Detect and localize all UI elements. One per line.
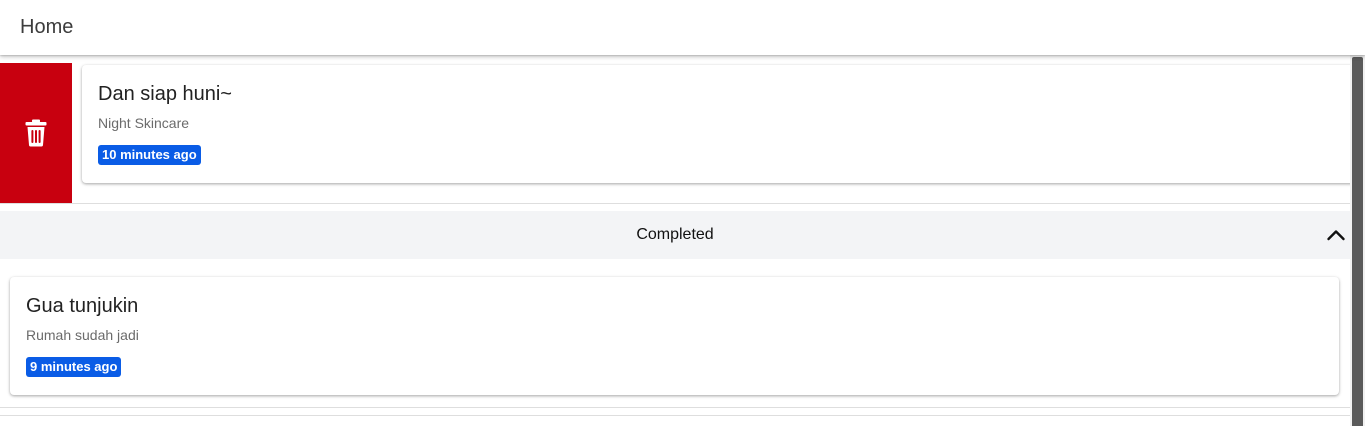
- scrollbar[interactable]: [1350, 55, 1365, 426]
- divider: [0, 407, 1350, 408]
- time-badge: 9 minutes ago: [26, 357, 122, 377]
- task-description: Rumah sudah jadi: [26, 327, 139, 343]
- completed-section-toggle[interactable]: Completed: [0, 211, 1350, 259]
- app-bar: Home: [0, 0, 1365, 55]
- task-title: Dan siap huni~: [98, 83, 232, 105]
- task-list: Dan siap huni~ Night Skincare 10 minutes…: [0, 55, 1365, 426]
- chevron-up-icon: [1327, 230, 1345, 241]
- page-title: Home: [20, 16, 74, 38]
- task-card[interactable]: Dan siap huni~ Night Skincare 10 minutes…: [82, 65, 1362, 183]
- scrollbar-thumb[interactable]: [1352, 57, 1363, 426]
- completed-section-label: Completed: [636, 226, 714, 243]
- delete-button[interactable]: [0, 63, 72, 203]
- divider: [0, 203, 1350, 204]
- completed-task-card[interactable]: Gua tunjukin Rumah sudah jadi 9 minutes …: [10, 277, 1339, 395]
- task-description: Night Skincare: [98, 115, 190, 131]
- divider: [0, 415, 1350, 416]
- time-badge: 10 minutes ago: [98, 145, 201, 165]
- task-title: Gua tunjukin: [26, 295, 139, 317]
- trash-icon: [25, 119, 47, 147]
